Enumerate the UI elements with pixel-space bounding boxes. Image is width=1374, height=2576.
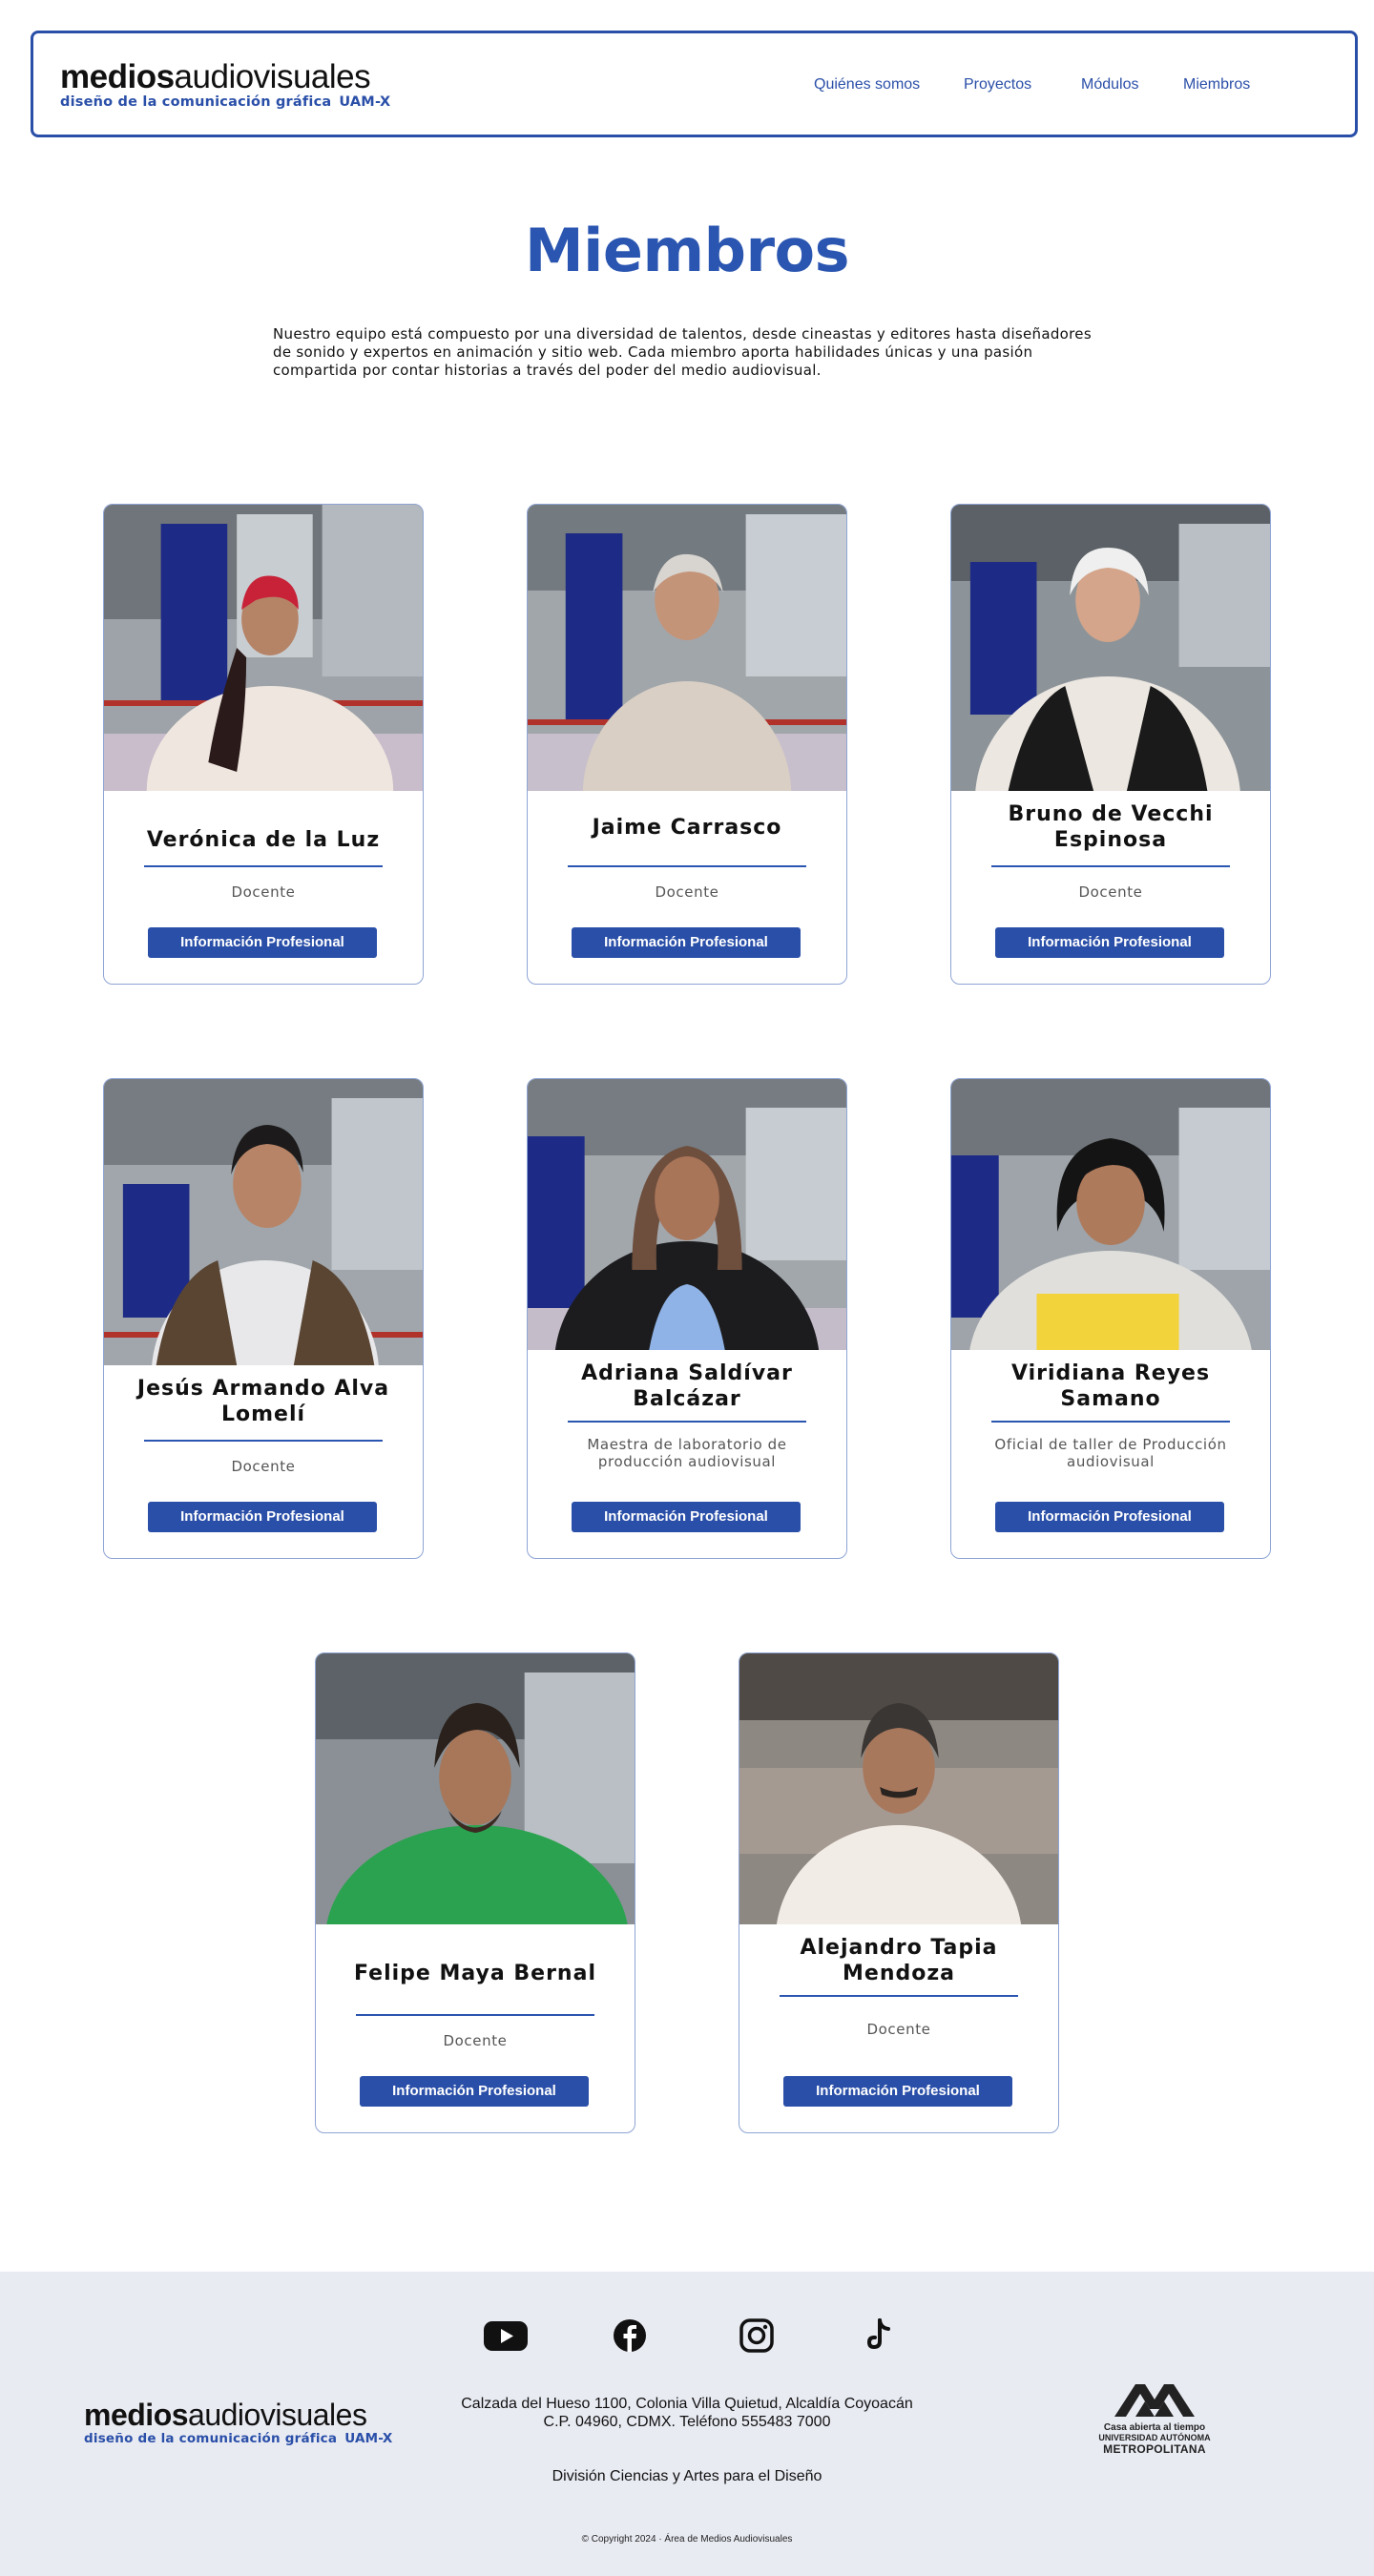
member-role: Docente — [866, 2021, 931, 2038]
member-card: Felipe Maya Bernal Docente Información P… — [315, 1652, 635, 2133]
professional-info-button[interactable]: Información Profesional — [572, 1502, 801, 1532]
member-card: Adriana Saldívar Balcázar Maestra de lab… — [527, 1078, 847, 1559]
member-photo — [951, 505, 1270, 791]
professional-info-button[interactable]: Información Profesional — [572, 927, 801, 958]
member-card: Verónica de la Luz Docente Información P… — [103, 504, 424, 985]
name-divider — [991, 1421, 1230, 1423]
member-name: Bruno de Vecchi Espinosa — [1008, 802, 1214, 852]
logo-wordmark: mediosaudiovisuales — [60, 58, 371, 95]
professional-info-button[interactable]: Información Profesional — [783, 2076, 1012, 2107]
name-divider — [568, 865, 806, 867]
intro-paragraph: Nuestro equipo está compuesto por una di… — [273, 325, 1092, 379]
uam-motto: Casa abierta al tiempo — [1103, 2422, 1206, 2433]
uam-emblem-icon — [1114, 2384, 1195, 2417]
youtube-icon[interactable] — [482, 2316, 530, 2355]
professional-info-button[interactable]: Información Profesional — [360, 2076, 589, 2107]
uam-name-line: UNIVERSIDAD AUTÓNOMA — [1098, 2433, 1211, 2442]
member-role: Docente — [231, 883, 296, 901]
name-divider — [780, 1995, 1018, 1997]
professional-info-button[interactable]: Información Profesional — [148, 927, 377, 958]
footer-logo-wordmark: mediosaudiovisuales — [84, 2398, 367, 2432]
name-divider — [144, 865, 383, 867]
footer-logo-tagline: diseño de la comunicación gráfica UAM-X — [84, 2431, 393, 2446]
instagram-icon[interactable] — [738, 2316, 785, 2355]
name-divider — [991, 865, 1230, 867]
nav-proyectos[interactable]: Proyectos — [964, 76, 1031, 93]
member-photo — [528, 1079, 846, 1350]
name-divider — [144, 1440, 383, 1442]
member-card: Jaime Carrasco Docente Información Profe… — [527, 504, 847, 985]
professional-info-button[interactable]: Información Profesional — [148, 1502, 377, 1532]
member-photo — [528, 505, 846, 791]
main-nav: Quiénes somos Proyectos Módulos Miembros — [782, 76, 1355, 99]
page-title: Miembros — [524, 216, 850, 285]
member-role: Docente — [1078, 883, 1143, 901]
member-name: Jesús Armando Alva Lomelí — [136, 1377, 390, 1426]
member-name: Verónica de la Luz — [146, 828, 381, 852]
member-card: Viridiana Reyes Samano Oficial de taller… — [950, 1078, 1271, 1559]
professional-info-button[interactable]: Información Profesional — [995, 927, 1224, 958]
member-name: Jaime Carrasco — [592, 816, 782, 840]
nav-quienes-somos[interactable]: Quiénes somos — [814, 76, 920, 93]
member-name: Alejandro Tapia Mendoza — [800, 1936, 998, 1985]
nav-miembros[interactable]: Miembros — [1183, 76, 1250, 93]
member-photo — [104, 1079, 423, 1365]
professional-info-button[interactable]: Información Profesional — [995, 1502, 1224, 1532]
member-role: Oficial de taller de Producción audiovis… — [994, 1436, 1227, 1470]
member-photo — [951, 1079, 1270, 1350]
member-name: Adriana Saldívar Balcázar — [581, 1361, 793, 1411]
uam-logo[interactable]: Casa abierta al tiempo UNIVERSIDAD AUTÓN… — [1097, 2380, 1212, 2456]
site-logo[interactable]: mediosaudiovisuales diseño de la comunic… — [60, 58, 391, 111]
footer-copyright: © Copyright 2024 · Área de Medios Audiov… — [581, 2534, 793, 2545]
member-role: Docente — [231, 1458, 296, 1475]
address-line: C.P. 04960, CDMX. Teléfono 555483 7000 — [543, 2414, 831, 2430]
member-card: Bruno de Vecchi Espinosa Docente Informa… — [950, 504, 1271, 985]
member-photo — [316, 1653, 635, 1924]
member-role: Docente — [655, 883, 719, 901]
site-header: mediosaudiovisuales diseño de la comunic… — [31, 31, 1358, 137]
uam-name-line: METROPOLITANA — [1103, 2442, 1206, 2456]
footer-logo[interactable]: mediosaudiovisuales diseño de la comunic… — [84, 2398, 393, 2447]
member-photo — [104, 505, 423, 791]
member-photo — [739, 1653, 1058, 1924]
member-name: Felipe Maya Bernal — [354, 1962, 596, 1985]
footer-address: Calzada del Hueso 1100, Colonia Villa Qu… — [382, 2395, 992, 2431]
name-divider — [356, 2014, 594, 2016]
footer-division: División Ciencias y Artes para el Diseño — [552, 2468, 822, 2484]
address-line: Calzada del Hueso 1100, Colonia Villa Qu… — [461, 2396, 913, 2412]
member-role: Maestra de laboratorio de producción aud… — [587, 1436, 787, 1470]
nav-modulos[interactable]: Módulos — [1081, 76, 1138, 93]
logo-tagline: diseño de la comunicación gráfica UAM-X — [60, 94, 391, 110]
member-card: Jesús Armando Alva Lomelí Docente Inform… — [103, 1078, 424, 1559]
member-role: Docente — [443, 2032, 508, 2049]
social-links — [0, 2316, 1374, 2355]
member-card: Alejandro Tapia Mendoza Docente Informac… — [739, 1652, 1059, 2133]
facebook-icon[interactable] — [611, 2316, 658, 2355]
name-divider — [568, 1421, 806, 1423]
member-name: Viridiana Reyes Samano — [1010, 1361, 1211, 1411]
tiktok-icon[interactable] — [859, 2316, 906, 2355]
